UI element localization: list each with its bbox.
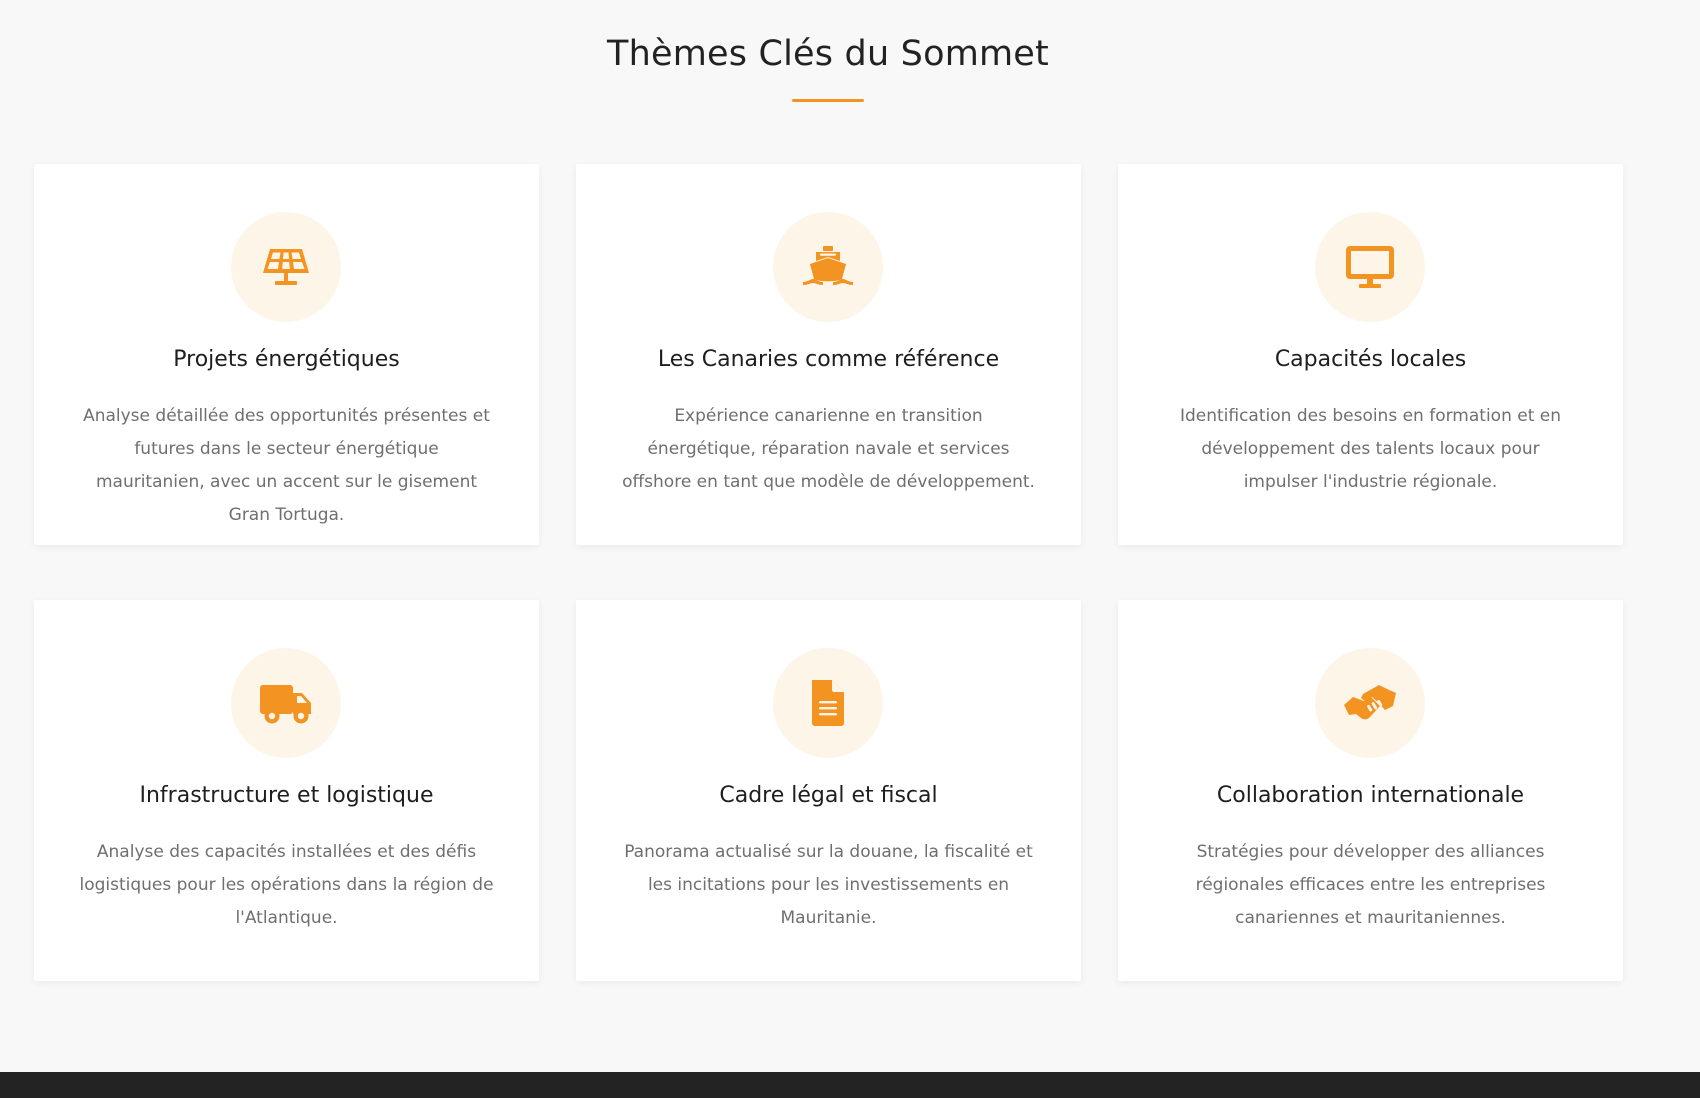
theme-card-infrastructure: Infrastructure et logistique Analyse des…	[34, 600, 539, 981]
document-icon	[773, 648, 883, 758]
theme-card-local-capacities: Capacités locales Identification des bes…	[1118, 164, 1623, 545]
theme-card-energy-projects: Projets énergétiques Analyse détaillée d…	[34, 164, 539, 545]
themes-section: Thèmes Clés du Sommet Projets énergétiqu…	[0, 0, 1700, 1072]
solar-panel-icon	[231, 212, 341, 322]
theme-card-canaries-reference: Les Canaries comme référence Expérience …	[576, 164, 1081, 545]
section-title: Thèmes Clés du Sommet	[607, 34, 1049, 74]
handshake-icon	[1315, 648, 1425, 758]
card-title: Projets énergétiques	[173, 347, 400, 372]
card-title: Cadre légal et fiscal	[719, 783, 938, 808]
card-description: Analyse détaillée des opportunités prése…	[83, 406, 490, 525]
theme-card-legal-fiscal: Cadre légal et fiscal Panorama actualisé…	[576, 600, 1081, 981]
card-title: Collaboration internationale	[1216, 783, 1525, 808]
footer-band	[0, 1072, 1700, 1098]
card-title: Infrastructure et logistique	[139, 783, 434, 808]
card-description: Identification des besoins en formation …	[1179, 406, 1562, 492]
card-description: Analyse des capacités installées et des …	[79, 842, 494, 928]
card-description: Panorama actualisé sur la douane, la fis…	[624, 842, 1033, 928]
themes-grid: Projets énergétiques Analyse détaillée d…	[34, 164, 1624, 981]
title-underline	[792, 99, 864, 102]
truck-icon	[231, 648, 341, 758]
theme-card-international-collaboration: Collaboration internationale Stratégies …	[1118, 600, 1623, 981]
card-title: Les Canaries comme référence	[657, 347, 1000, 372]
card-description: Stratégies pour développer des alliances…	[1195, 842, 1546, 928]
monitor-icon	[1315, 212, 1425, 322]
card-description: Expérience canarienne en transition éner…	[622, 406, 1035, 492]
ship-icon	[773, 212, 883, 322]
card-title: Capacités locales	[1274, 347, 1467, 372]
